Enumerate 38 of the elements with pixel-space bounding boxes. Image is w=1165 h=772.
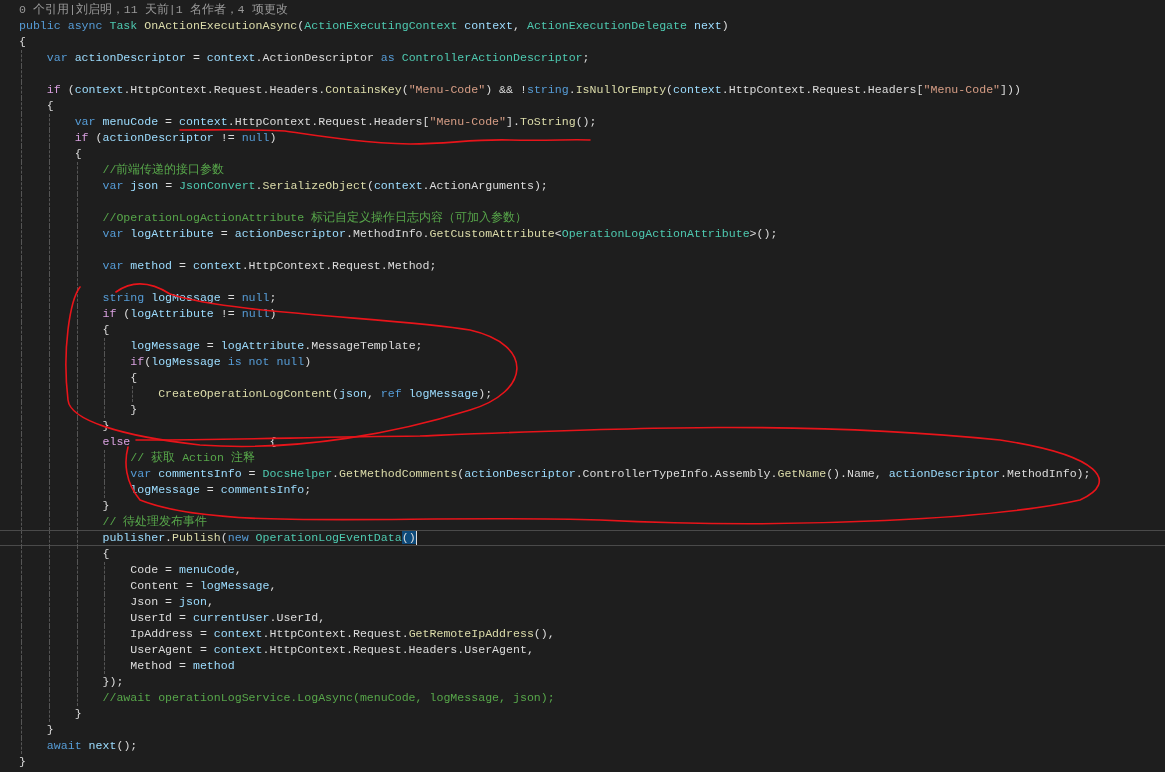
code-line: { [45, 98, 54, 114]
code-line: { [19, 34, 26, 50]
code-line: //前端传递的接口参数 [101, 162, 225, 178]
code-line: Method = method [129, 658, 235, 674]
code-line: Json = json, [129, 594, 214, 610]
code-line: if (context.HttpContext.Request.Headers.ContainsKey("Menu-Code") && !string.IsNullOrEmpty(context.HttpContext.Request.Headers["Menu-Code"])) [45, 82, 1021, 98]
code-line: { [129, 370, 138, 386]
code-line: } [73, 706, 82, 722]
code-line: // 待处理发布事件 [101, 514, 208, 530]
code-line: await next(); [45, 738, 138, 754]
code-line: Content = logMessage, [129, 578, 277, 594]
code-line: IpAddress = context.HttpContext.Request.GetRemoteIpAddress(), [129, 626, 555, 642]
code-line: if (actionDescriptor != null) [73, 130, 277, 146]
code-line: }); [101, 674, 124, 690]
code-line: { [101, 546, 110, 562]
code-line: { [101, 322, 110, 338]
code-line: logMessage = logAttribute.MessageTemplate; [129, 338, 423, 354]
code-line: UserId = currentUser.UserId, [129, 610, 326, 626]
code-line: Code = menuCode, [129, 562, 242, 578]
code-line: //OperationLogActionAttribute 标记自定义操作日志内容（可加入参数） [101, 210, 528, 226]
code-line: var logAttribute = actionDescriptor.MethodInfo.GetCustomAttribute<OperationLogActionAttribute>(); [101, 226, 778, 242]
code-line: UserAgent = context.HttpContext.Request.Headers.UserAgent, [129, 642, 534, 658]
code-line: { [73, 146, 82, 162]
code-line: var menuCode = context.HttpContext.Request.Headers["Menu-Code"].ToString(); [73, 114, 597, 130]
code-line: if(logMessage is not null) [129, 354, 312, 370]
code-line: //await operationLogService.LogAsync(menuCode, logMessage, json); [101, 690, 555, 706]
code-line: } [101, 498, 110, 514]
code-line: var commentsInfo = DocsHelper.GetMethodComments(actionDescriptor.ControllerTypeInfo.Assembly.GetName().Name, actionDescriptor.MethodInfo); [129, 466, 1091, 482]
code-line: var actionDescriptor = context.ActionDescriptor as ControllerActionDescriptor; [45, 50, 590, 66]
code-line: var method = context.HttpContext.Request.Method; [101, 258, 437, 274]
code-line: } [45, 722, 54, 738]
code-line: var json = JsonConvert.SerializeObject(context.ActionArguments); [101, 178, 548, 194]
code-line: } [19, 754, 26, 770]
code-line: CreateOperationLogContent(json, ref logMessage); [157, 386, 493, 402]
codelens-text[interactable]: 0 个引用|刘启明，11 天前|1 名作者，4 项更改 [19, 1, 288, 19]
code-line: } [129, 402, 138, 418]
code-line: public async Task OnActionExecutionAsync(ActionExecutingContext context, ActionExecutionDelegate next) [19, 18, 729, 34]
code-line: // 获取 Action 注释 [129, 450, 255, 466]
